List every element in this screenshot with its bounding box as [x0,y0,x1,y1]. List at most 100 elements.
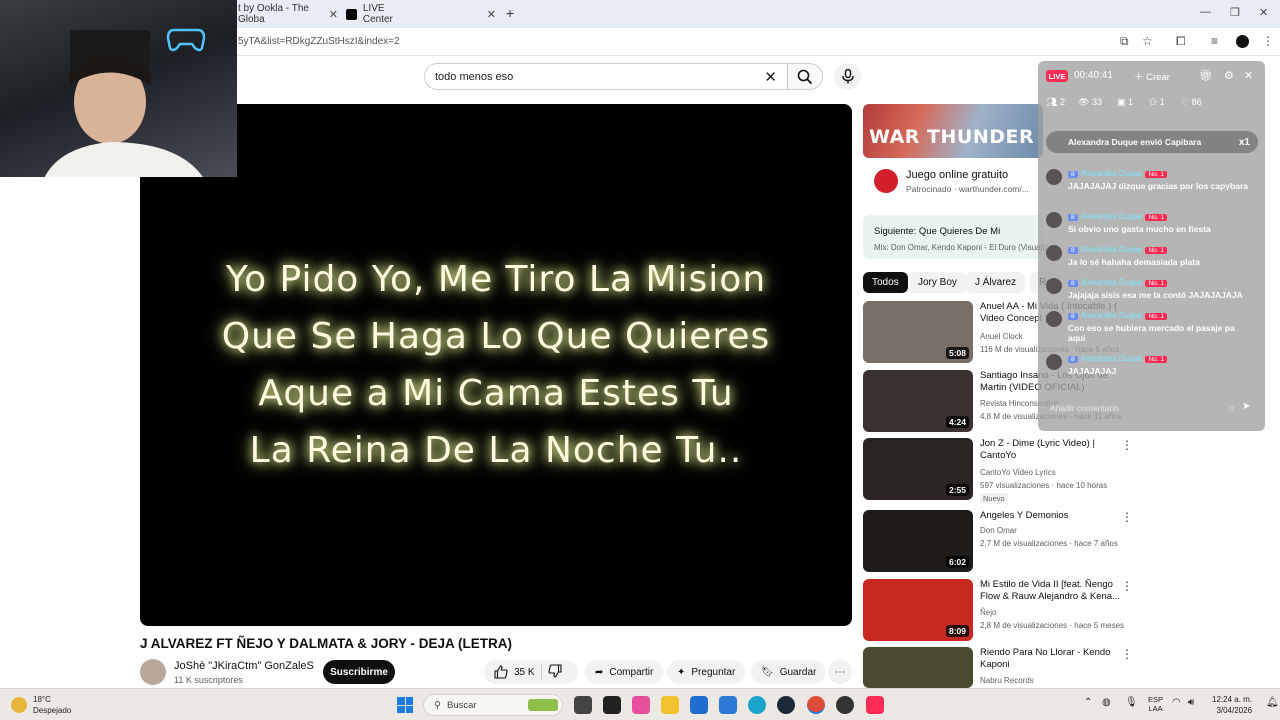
video-thumbnail[interactable]: 6:02 [863,510,973,572]
search-input[interactable]: todo menos eso ✕ [424,63,788,90]
weather-condition[interactable]: Despejado [33,706,71,715]
chip-jory-boy[interactable]: Jory Boy [909,272,966,293]
outlook-icon[interactable] [719,696,737,714]
tray-app-icon[interactable]: ◍ [1102,698,1111,708]
tray-chevron-icon[interactable]: ⌃ [1084,698,1092,708]
more-vertical-icon[interactable]: ⋮ [1121,438,1133,452]
recommendation-title[interactable]: Angeles Y Demonios [980,510,1120,522]
video-thumbnail[interactable]: 4:24 [863,370,973,432]
extensions-icon[interactable]: ⧠ [1176,34,1186,49]
commenter-name[interactable]: 8 Alexandra Duque No. 1 [1068,169,1167,178]
tab-live-center[interactable]: LIVE Center ✕ [346,3,496,25]
more-vertical-icon[interactable]: ⋮ [1121,579,1133,593]
commenter-name[interactable]: 8 Alexandra Duque No. 1 [1068,212,1167,221]
recommendation-title[interactable]: Mi Estilo de Vida II [feat. Ñengo Flow &… [980,579,1120,603]
advertiser-logo[interactable] [874,169,898,193]
ad-title[interactable]: Juego online gratuito [906,169,1008,181]
more-vertical-icon[interactable]: ⋮ [1121,647,1133,661]
ad-banner[interactable]: WAR THUNDER [863,104,1043,158]
tiktok-live-studio-icon[interactable] [866,696,884,714]
voice-search-button[interactable] [834,63,861,90]
more-vertical-icon[interactable]: ⋮ [1121,510,1133,524]
clear-search-icon[interactable]: ✕ [764,68,777,86]
maximize-icon[interactable]: ❐ [1230,6,1240,19]
like-button[interactable]: 35 K [494,665,535,679]
start-button[interactable] [397,697,413,713]
commenter-avatar[interactable] [1046,311,1062,327]
video-thumbnail[interactable] [863,647,973,688]
settings-icon[interactable]: ⚙ [1224,69,1234,82]
more-actions-button[interactable]: ⋯ [828,660,852,684]
like-dislike-group: 35 K [484,660,578,684]
task-view-icon[interactable] [574,696,592,714]
video-thumbnail[interactable]: 2:55 [863,438,973,500]
share-button[interactable]: ➦ Compartir [585,660,664,684]
video-player[interactable]: Yo Pido Yo, Me Tiro La Mision Que Se Hag… [140,104,852,626]
ask-button[interactable]: ✦ Preguntar [667,660,746,684]
comment-input[interactable]: Añadir comentario ☺ [1046,398,1256,418]
recommendation-channel[interactable]: Ñejo [980,608,996,617]
tab-speedtest[interactable]: t by Ookla - The Globa ✕ [238,3,338,25]
commenter-name[interactable]: 8 Alexandra Duque No. 1 [1068,278,1167,287]
weather-temperature[interactable]: 18°C [33,695,51,704]
recommendation-channel[interactable]: Anuel Clock [980,332,1023,341]
close-overlay-icon[interactable]: ✕ [1244,69,1253,82]
commenter-avatar[interactable] [1046,354,1062,370]
commenter-avatar[interactable] [1046,278,1062,294]
bookmark-star-icon[interactable]: ☆ [1142,34,1153,48]
commenter-name[interactable]: 8 Alexandra Duque No. 1 [1068,311,1167,320]
recommendation-title[interactable]: Riendo Para No Llorar - Kendo Kaponi [980,647,1120,671]
recommendation-channel[interactable]: Nabru Records [980,676,1034,685]
kebab-menu-icon[interactable]: ⋮ [1262,34,1274,48]
create-button[interactable]: ＋ Crear [1134,69,1170,83]
commenter-avatar[interactable] [1046,212,1062,228]
save-button[interactable]: 🔖︎ Guardar [751,660,827,684]
reading-list-icon[interactable]: ≡ [1211,34,1218,48]
gift-box-icon[interactable]: 🎁︎ [1199,69,1213,82]
wifi-icon[interactable]: ◠ [1172,698,1181,708]
close-window-icon[interactable]: ✕ [1259,6,1268,19]
channel-avatar[interactable] [140,659,166,685]
cast-icon[interactable]: ⧉ [1120,34,1129,49]
channel-name[interactable]: JoShè "JKiraCtm" GonZaleS [174,660,314,672]
dislike-button[interactable] [548,663,562,681]
up-next-box[interactable]: Siguiente: Que Quieres De Mi Mix: Don Om… [863,215,1048,259]
recommendation-title[interactable]: Jon Z - Dime (Lyric Video) | CantoYo [980,438,1120,462]
recommendation-meta: 2,8 M de visualizaciones · hace 5 meses [980,621,1125,630]
minimize-icon[interactable]: — [1200,6,1211,18]
profile-avatar[interactable] [1236,35,1249,48]
tab-close-icon[interactable]: ✕ [487,8,496,21]
commenter-name[interactable]: 8 Alexandra Duque No. 1 [1068,245,1167,254]
url-field[interactable]: 5yTA&list=RDkgZZuStHszI&index=2 [238,36,400,47]
search-button[interactable] [787,63,823,90]
store-icon[interactable] [690,696,708,714]
send-icon[interactable]: ➤ [1242,401,1250,412]
recommendation-channel[interactable]: Don Omar [980,526,1017,535]
chip-j-alvarez[interactable]: J Álvarez [966,272,1026,293]
language-indicator[interactable]: ESP LAA [1148,695,1163,713]
chrome-icon[interactable] [807,696,825,714]
taskbar-search[interactable]: ⚲ Buscar [423,694,563,716]
epic-games-icon[interactable] [603,696,621,714]
tab-close-icon[interactable]: ✕ [329,8,338,21]
obs-icon[interactable] [836,696,854,714]
steam-icon[interactable] [777,696,795,714]
commenter-name[interactable]: 8 Alexandra Duque No. 1 [1068,354,1167,363]
recommendation-channel[interactable]: CantoYo Video Lyrics [980,468,1056,477]
emoji-icon[interactable]: ☺ [1227,403,1236,413]
edge-icon[interactable] [748,696,766,714]
copilot-icon[interactable] [632,696,650,714]
commenter-avatar[interactable] [1046,169,1062,185]
weather-moon-icon[interactable] [11,697,27,713]
file-explorer-icon[interactable] [661,696,679,714]
system-clock[interactable]: 12:24 a. m. 3/04/2026 [1212,694,1252,716]
microphone-tray-icon[interactable]: 🎙︎ [1125,698,1138,708]
subscribe-button[interactable]: Suscribirme [323,660,395,684]
commenter-avatar[interactable] [1046,245,1062,261]
video-thumbnail[interactable]: 8:09 [863,579,973,641]
new-tab-icon[interactable]: + [506,5,514,21]
volume-icon[interactable]: 🔊︎ [1188,698,1194,708]
chip-all[interactable]: Todos [863,272,908,293]
video-thumbnail[interactable]: 5:08 [863,301,973,363]
notification-bell-icon[interactable]: 🔔︎ [1266,698,1279,708]
